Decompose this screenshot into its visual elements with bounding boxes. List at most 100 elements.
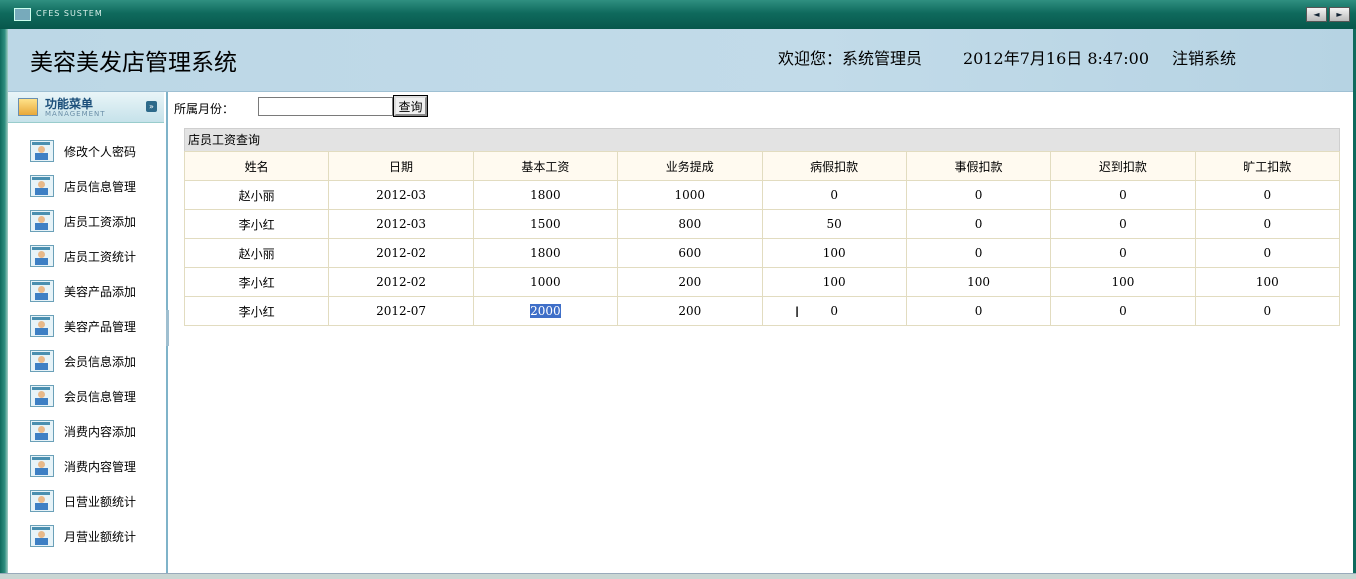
table-cell: 100: [761, 238, 907, 268]
current-datetime: 2012年7月16日 8:47:00: [963, 49, 1150, 68]
user-card-icon: [30, 490, 54, 512]
sidebar-menu-item[interactable]: 会员信息管理: [8, 380, 164, 410]
cell-value: 0: [830, 188, 838, 202]
user-card-icon: [30, 175, 54, 197]
table-cell: 0: [761, 180, 907, 210]
sidebar-menu-item[interactable]: 会员信息添加: [8, 345, 164, 375]
cell-value: 0: [1119, 246, 1127, 260]
cell-value: 1800: [530, 188, 561, 202]
column-header: 姓名: [183, 151, 330, 181]
cell-value: 李小红: [238, 275, 275, 290]
table-cell: 100: [1050, 267, 1196, 297]
monitor-icon: [14, 8, 31, 21]
cell-value: 2012-03: [376, 188, 426, 202]
column-header: 日期: [328, 151, 474, 181]
cell-value: 100: [1111, 275, 1135, 289]
app-title: 美容美发店管理系统: [30, 50, 237, 76]
sidebar-item-label: 会员信息管理: [64, 390, 137, 404]
table-cell: 赵小丽: [183, 238, 330, 268]
month-input[interactable]: [258, 97, 393, 116]
table-cell: 1500: [472, 209, 619, 239]
column-header: 迟到扣款: [1050, 151, 1196, 181]
table-cell: 1000: [472, 267, 619, 297]
nav-next-button[interactable]: ►: [1329, 7, 1350, 22]
logout-link[interactable]: 注销系统: [1172, 45, 1236, 69]
cell-value: 0: [974, 217, 983, 231]
sidebar-menu-item[interactable]: 月营业额统计: [8, 520, 164, 550]
cell-value: 2012-03: [376, 217, 426, 231]
cell-value: 0: [974, 246, 983, 260]
cell-value: 0: [1263, 304, 1272, 318]
sidebar-menu-item[interactable]: 消费内容添加: [8, 415, 164, 445]
table-cell: 0: [1194, 238, 1341, 268]
app-header: 美容美发店管理系统 欢迎您：系统管理员 2012年7月16日 8:47:00 注…: [8, 29, 1353, 92]
cell-value: 0: [1119, 304, 1127, 318]
table-cell: 800: [617, 209, 763, 239]
user-card-icon: [30, 525, 54, 547]
sidebar-menu-item[interactable]: 店员工资添加: [8, 205, 164, 235]
sidebar-menu-item[interactable]: 美容产品添加: [8, 275, 164, 305]
sidebar-item-label: 消费内容添加: [64, 425, 137, 439]
main-content: 所属月份： 查询 店员工资查询 姓名 日期 基本工资 业务提成 病假扣款 事假扣款 迟到扣款…: [172, 92, 1350, 572]
sidebar-menu-item[interactable]: 修改个人密码: [8, 135, 164, 165]
cell-value: 李小红: [238, 304, 275, 319]
sidebar-menu-item[interactable]: 美容产品管理: [8, 310, 164, 340]
table-cell: 0: [1194, 296, 1341, 326]
user-card-icon: [30, 350, 54, 372]
sidebar-item-label: 月营业额统计: [64, 530, 137, 544]
table-cell: 0: [905, 209, 1052, 239]
cell-value: 0: [1119, 217, 1127, 231]
text-cursor-icon: I: [795, 305, 800, 321]
welcome-text: 欢迎您：系统管理员: [778, 49, 923, 68]
month-label: 所属月份：: [174, 102, 235, 116]
table-cell: 1800: [472, 180, 619, 210]
table-row: 李小红 2012-07 2000 200 0 0 0 0: [183, 296, 1341, 326]
table-cell: 2012-02: [328, 267, 474, 297]
table-cell: 2012-03: [328, 180, 474, 210]
table-header-row: 姓名 日期 基本工资 业务提成 病假扣款 事假扣款 迟到扣款 旷工扣款: [183, 151, 1341, 181]
sidebar-menu-item[interactable]: 日营业额统计: [8, 485, 164, 515]
cell-value: 600: [678, 246, 702, 260]
table-cell: 0: [905, 238, 1052, 268]
cell-value: 100: [822, 246, 846, 260]
splitter-handle[interactable]: [166, 310, 169, 346]
cell-value: 200: [678, 275, 702, 289]
table-cell: 0: [761, 296, 907, 326]
table-cell: 李小红: [183, 209, 330, 239]
table-row: 赵小丽 2012-02 1800 600 100 0 0 0: [183, 238, 1341, 268]
cell-value: 2012-02: [376, 275, 426, 289]
sidebar-item-label: 美容产品添加: [64, 285, 137, 299]
sidebar-item-label: 店员工资添加: [64, 215, 137, 229]
cell-value: 0: [974, 304, 983, 318]
user-card-icon: [30, 455, 54, 477]
cell-value: 2012-07: [376, 304, 426, 318]
nav-prev-button[interactable]: ◄: [1306, 7, 1327, 22]
sidebar-item-label: 日营业额统计: [64, 495, 137, 509]
table-cell: 0: [1050, 180, 1196, 210]
cell-value: 0: [1263, 188, 1272, 202]
cell-value: 200: [678, 304, 702, 318]
sidebar-menu-item[interactable]: 店员工资统计: [8, 240, 164, 270]
column-header: 病假扣款: [761, 151, 907, 181]
frame-left-border: [0, 29, 8, 579]
table-cell: 1000: [617, 180, 763, 210]
cell-value: 100: [1255, 275, 1279, 289]
sidebar-menu-item[interactable]: 店员信息管理: [8, 170, 164, 200]
sidebar-menu-item[interactable]: 消费内容管理: [8, 450, 164, 480]
table-cell: 50: [761, 209, 907, 239]
user-card-icon: [30, 420, 54, 442]
cell-value: 50: [826, 217, 842, 231]
sidebar-item-label: 美容产品管理: [64, 320, 137, 334]
system-name: CFES SUSTEM: [36, 9, 103, 18]
menu-subtitle: MANAGEMENT: [45, 110, 106, 118]
query-button[interactable]: 查询: [393, 95, 428, 117]
frame-bottom-border: [0, 573, 1356, 579]
collapse-icon[interactable]: »: [146, 101, 157, 112]
salary-panel: 店员工资查询 姓名 日期 基本工资 业务提成 病假扣款 事假扣款 迟到扣款 旷工扣款 赵小丽 2…: [183, 128, 1341, 326]
table-row: 李小红 2012-02 1000 200 100 100 100 100: [183, 267, 1341, 297]
table-cell: 2012-02: [328, 238, 474, 268]
column-header: 事假扣款: [905, 151, 1052, 181]
sidebar-item-label: 店员工资统计: [64, 250, 137, 264]
table-cell: 100: [1194, 267, 1341, 297]
window-titlebar: CFES SUSTEM ◄ ►: [0, 0, 1356, 30]
